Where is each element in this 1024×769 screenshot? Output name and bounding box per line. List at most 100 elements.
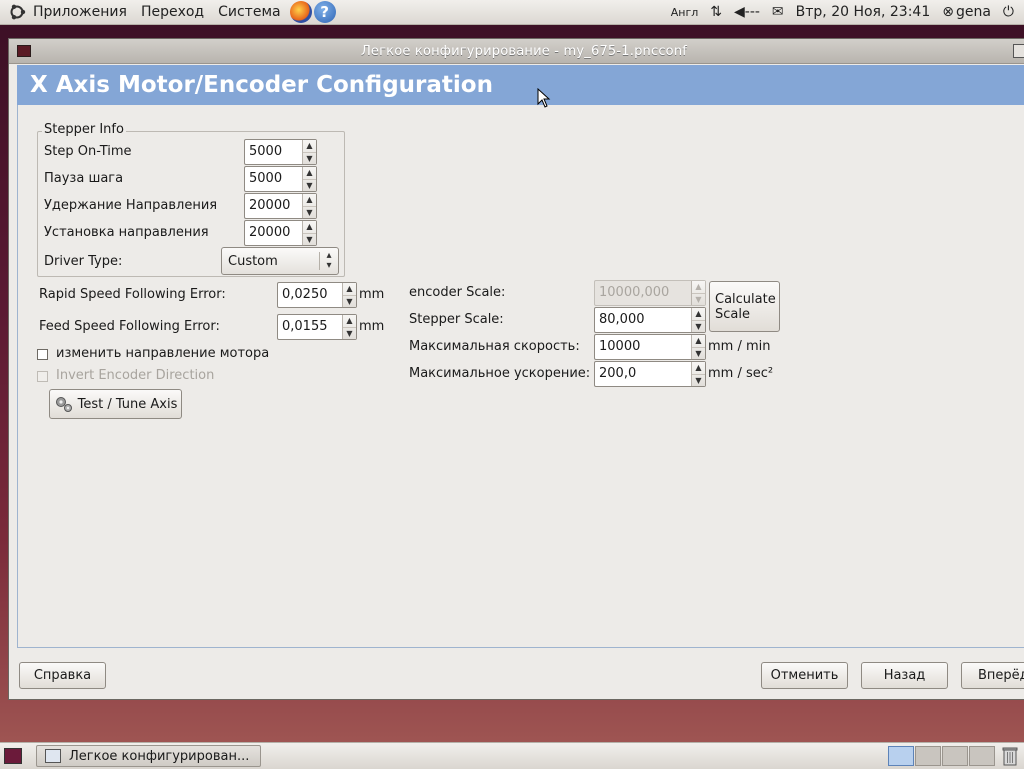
help-button[interactable]: Справка <box>19 662 106 689</box>
volume-icon[interactable]: ◀︎--- <box>734 4 760 20</box>
feed-following-error-value[interactable]: 0,0155 <box>278 315 342 339</box>
spin-up-icon[interactable]: ▲ <box>692 362 705 375</box>
user-status-icon[interactable]: ⊗ <box>942 4 954 20</box>
network-icon[interactable]: ⇅ <box>710 4 722 20</box>
max-accel-value[interactable]: 200,0 <box>595 362 691 386</box>
keyboard-layout-indicator[interactable]: Англ <box>671 6 699 19</box>
spin-down-icon[interactable]: ▼ <box>692 375 705 387</box>
back-button[interactable]: Назад <box>861 662 948 689</box>
combo-arrows-icon[interactable]: ▴ ▾ <box>320 251 338 271</box>
feed-unit: mm <box>359 319 385 334</box>
taskbar-window-label: Легкое конфигурирован... <box>69 748 250 764</box>
spin-down-icon[interactable]: ▼ <box>303 153 316 165</box>
workspace-1[interactable] <box>888 746 914 766</box>
dir-setup-spinner[interactable]: 20000 ▲ ▼ <box>244 220 317 246</box>
encoder-scale-value: 10000,000 <box>599 285 670 300</box>
calculate-scale-label-line2: Scale <box>715 306 750 322</box>
spin-up-icon[interactable]: ▲ <box>343 283 356 296</box>
calculate-scale-label-line1: Calculate <box>715 291 776 307</box>
invert-encoder-checkbox <box>37 371 48 382</box>
spin-up-icon[interactable]: ▲ <box>303 221 316 234</box>
max-accel-label: Максимальное ускорение: <box>409 366 591 381</box>
power-icon[interactable]: ⏻ <box>1003 4 1014 20</box>
max-velocity-unit: mm / min <box>708 339 771 354</box>
stepper-info-legend: Stepper Info <box>42 122 126 137</box>
driver-type-label: Driver Type: <box>44 254 123 269</box>
ubuntu-logo-icon[interactable] <box>8 3 26 21</box>
dir-hold-value[interactable]: 20000 <box>245 194 302 218</box>
workspace-3[interactable] <box>942 746 968 766</box>
forward-button[interactable]: Вперёд <box>961 662 1024 689</box>
invert-motor-label[interactable]: изменить направление мотора <box>56 346 269 361</box>
cancel-button[interactable]: Отменить <box>761 662 848 689</box>
spin-down-icon[interactable]: ▼ <box>303 180 316 192</box>
step-pause-spinner[interactable]: 5000 ▲ ▼ <box>244 166 317 192</box>
calculate-scale-button[interactable]: Calculate Scale <box>709 281 780 332</box>
spin-down-icon[interactable]: ▼ <box>343 296 356 308</box>
spin-up-icon[interactable]: ▲ <box>692 308 705 321</box>
step-pause-label: Пауза шага <box>44 171 124 186</box>
workspace-2[interactable] <box>915 746 941 766</box>
maximize-icon[interactable] <box>1013 44 1024 58</box>
window-menu-icon[interactable] <box>17 45 31 57</box>
trash-icon[interactable] <box>1002 746 1018 766</box>
max-velocity-spinner[interactable]: 10000 ▲ ▼ <box>594 334 706 360</box>
dir-hold-label: Удержание Направления <box>44 198 218 213</box>
invert-encoder-label: Invert Encoder Direction <box>56 368 215 383</box>
window-title: Легкое конфигурирование - my_675-1.pncco… <box>360 43 688 59</box>
top-panel: Приложения Переход Система ? Англ ⇅ ◀︎--… <box>0 0 1024 25</box>
spin-down-icon[interactable]: ▼ <box>343 328 356 340</box>
invert-motor-checkbox[interactable] <box>37 349 48 360</box>
encoder-scale-spinner: 10000,000 ▲ ▼ <box>594 280 706 306</box>
spin-up-icon[interactable]: ▲ <box>303 140 316 153</box>
spin-down-icon[interactable]: ▼ <box>303 207 316 219</box>
page-title: X Axis Motor/Encoder Configuration <box>30 72 493 98</box>
stepper-scale-spinner[interactable]: 80,000 ▲ ▼ <box>594 307 706 333</box>
dir-setup-value[interactable]: 20000 <box>245 221 302 245</box>
spin-up-icon[interactable]: ▲ <box>343 315 356 328</box>
step-on-time-spinner[interactable]: 5000 ▲ ▼ <box>244 139 317 165</box>
firefox-icon[interactable] <box>289 1 312 23</box>
mouse-cursor-icon <box>537 88 551 108</box>
feed-following-error-label: Feed Speed Following Error: <box>39 319 220 334</box>
spin-down-icon: ▼ <box>695 294 702 304</box>
dir-setup-label: Установка направления <box>44 225 209 240</box>
spin-up-icon[interactable]: ▲ <box>303 194 316 207</box>
system-tray: Англ ⇅ ◀︎--- ✉ Втр, 20 Ноя, 23:41 ⊗ gena… <box>665 0 1024 24</box>
window-icon <box>45 749 61 763</box>
spin-up-icon[interactable]: ▲ <box>303 167 316 180</box>
encoder-scale-label: encoder Scale: <box>409 285 506 300</box>
spin-down-icon[interactable]: ▼ <box>692 321 705 333</box>
max-velocity-label: Максимальная скорость: <box>409 339 580 354</box>
menu-applications[interactable]: Приложения <box>26 4 134 20</box>
step-pause-value[interactable]: 5000 <box>245 167 302 191</box>
driver-type-value[interactable]: Custom <box>222 254 319 269</box>
mail-icon[interactable]: ✉ <box>772 4 784 20</box>
page-header: X Axis Motor/Encoder Configuration <box>17 65 1024 105</box>
feed-following-error-spinner[interactable]: 0,0155 ▲ ▼ <box>277 314 357 340</box>
help-icon[interactable]: ? <box>313 1 336 23</box>
window-titlebar[interactable]: Легкое конфигурирование - my_675-1.pncco… <box>9 39 1024 64</box>
rapid-following-error-value[interactable]: 0,0250 <box>278 283 342 307</box>
clock[interactable]: Втр, 20 Ноя, 23:41 <box>796 4 931 20</box>
stepper-scale-value[interactable]: 80,000 <box>595 308 691 332</box>
step-on-time-value[interactable]: 5000 <box>245 140 302 164</box>
test-tune-axis-button[interactable]: Test / Tune Axis <box>49 389 182 419</box>
max-accel-spinner[interactable]: 200,0 ▲ ▼ <box>594 361 706 387</box>
workspace-4[interactable] <box>969 746 995 766</box>
max-velocity-value[interactable]: 10000 <box>595 335 691 359</box>
menu-places[interactable]: Переход <box>134 4 211 20</box>
cancel-button-label: Отменить <box>770 668 839 683</box>
spin-down-icon[interactable]: ▼ <box>303 234 316 246</box>
menu-system[interactable]: Система <box>211 4 287 20</box>
rapid-following-error-spinner[interactable]: 0,0250 ▲ ▼ <box>277 282 357 308</box>
user-name[interactable]: gena <box>956 4 991 20</box>
show-desktop-icon[interactable] <box>4 748 22 764</box>
spin-up-icon[interactable]: ▲ <box>692 335 705 348</box>
spin-down-icon[interactable]: ▼ <box>692 348 705 360</box>
help-button-label: Справка <box>33 668 92 683</box>
driver-type-combo[interactable]: Custom ▴ ▾ <box>221 247 339 275</box>
dir-hold-spinner[interactable]: 20000 ▲ ▼ <box>244 193 317 219</box>
taskbar-window-button[interactable]: Легкое конфигурирован... <box>36 745 261 767</box>
test-tune-axis-label: Test / Tune Axis <box>77 396 178 412</box>
